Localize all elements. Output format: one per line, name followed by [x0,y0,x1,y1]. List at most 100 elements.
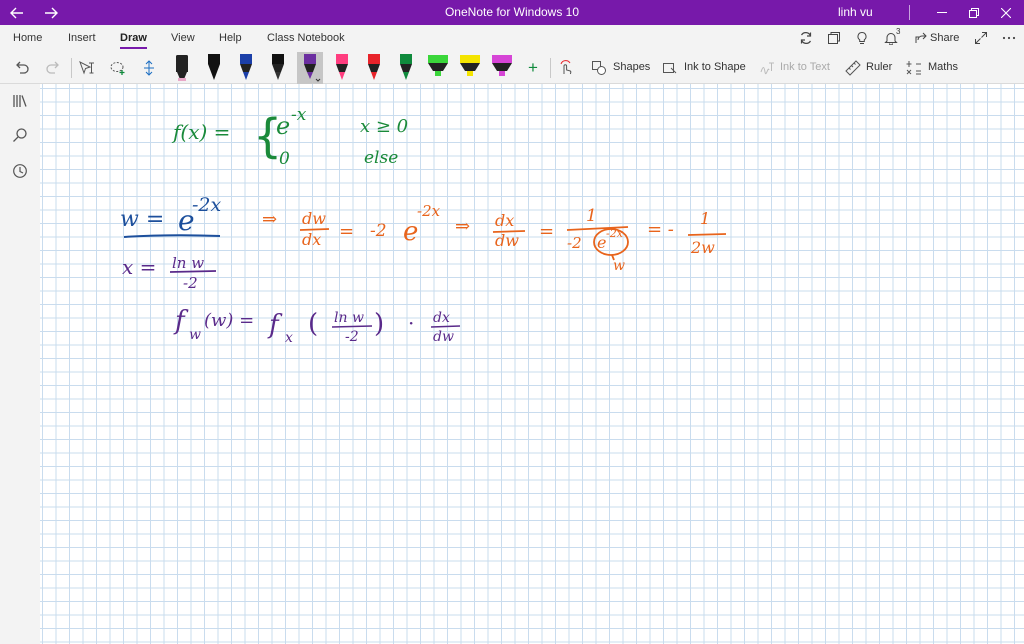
note-canvas[interactable]: f(x) = { e -x x ≥ 0 0 else w = e -2x ⇒ d… [40,84,1024,644]
undo-icon[interactable] [11,58,31,78]
pen-dark-icon[interactable] [265,52,291,84]
ink-condition: x ≥ 0 [360,116,408,137]
ink-exponent3: -2x [417,202,441,220]
ink-to-shape-icon[interactable] [660,58,680,78]
ink-to-shape-button[interactable]: Ink to Shape [684,52,746,84]
search-icon[interactable] [9,124,31,146]
ink-close-paren: ) [374,309,384,339]
ink-layer: f(x) = { e -x x ≥ 0 0 else w = e -2x ⇒ d… [120,105,727,346]
notebooks-icon[interactable] [9,90,31,112]
tab-home[interactable]: Home [13,25,42,52]
ink-dx: dx [302,230,321,249]
ink-two-w: 2w [690,238,715,257]
ink-open-paren: ( [308,309,318,339]
ink-ln-w-2: ln w [334,310,364,326]
lasso-select-icon[interactable] [108,58,128,78]
restore-icon[interactable] [962,0,986,25]
tab-view[interactable]: View [171,25,195,52]
ink-den-w: w [613,258,625,274]
tab-help[interactable]: Help [219,25,242,52]
ink-underline [123,234,221,238]
redo-icon[interactable] [43,58,63,78]
ink-sub-x: x [285,330,293,346]
toolbar-separator [550,58,551,78]
tab-class-notebook[interactable]: Class Notebook [267,25,345,52]
ink-zero: 0 [279,149,290,169]
add-pen-icon[interactable]: + [523,58,543,78]
pen-pink-icon[interactable] [169,52,195,84]
maths-button[interactable]: Maths [928,52,958,84]
ink-f-w: f [173,306,189,336]
ink-f-x: f [267,310,283,340]
ink-e3: e [403,217,418,247]
draw-toolbar: + Shapes Ink to Shape Ink to Text Ruler … [0,52,1024,84]
ink-implies-1: ⇒ [262,209,277,230]
title-separator [909,5,910,20]
ink-dw-3: dw [433,329,454,345]
sync-icon[interactable] [797,29,815,47]
highlighter-magenta-icon[interactable] [489,52,515,84]
type-select-icon[interactable] [77,58,97,78]
highlighter-green-icon[interactable] [425,52,451,84]
ink-fraction-bar-x [169,270,217,273]
ink-fx: f(x) = [171,120,230,144]
ink-eq3: = - [647,219,674,240]
ruler-icon[interactable] [843,58,863,78]
ink-minus2-den: -2 [183,274,198,292]
tab-draw[interactable]: Draw [120,25,147,52]
lightbulb-icon[interactable] [853,29,871,47]
share-icon[interactable] [912,29,930,47]
more-options-icon[interactable] [1000,29,1018,47]
maths-icon[interactable] [904,58,924,78]
tab-insert[interactable]: Insert [68,25,96,52]
pen-rose-icon[interactable] [329,52,355,84]
fullscreen-icon[interactable] [972,29,990,47]
ink-exponent2: -2x [192,194,222,216]
ink-minus2: -2 [370,221,387,241]
ink-eq2: = [539,221,554,242]
recent-notes-clock-icon[interactable] [9,160,31,182]
shapes-icon[interactable] [589,58,609,78]
ink-eq1: = [339,221,354,242]
ink-else: else [364,148,398,168]
close-icon[interactable] [994,0,1018,25]
ink-to-text-icon [757,58,777,78]
ink-den-prefix: -2 [567,234,582,252]
ink-paren-w: (w) = [204,310,254,331]
shapes-button[interactable]: Shapes [613,52,650,84]
pen-black-icon[interactable] [201,52,227,84]
ink-one: 1 [586,206,597,226]
ink-ln-w: ln w [172,254,204,272]
ink-to-text-button: Ink to Text [780,61,830,73]
pages-icon[interactable] [825,29,843,47]
minimize-icon[interactable] [930,0,954,25]
highlighter-yellow-icon[interactable] [457,52,483,84]
ink-one2: 1 [700,209,710,228]
onenote-window: OneNote for Windows 10 linh vu Home Inse… [0,0,1024,644]
pen-green-icon[interactable] [393,52,419,84]
navigation-rail [0,84,40,644]
ink-minus2-den-2: -2 [345,329,359,345]
pen-purple-selected-icon[interactable] [297,52,323,84]
user-name[interactable]: linh vu [838,0,873,25]
ink-exponent: -x [291,105,307,125]
ink-w-equals: w = [120,207,164,232]
ink-implies-2: ⇒ [455,216,470,237]
notification-count: 3 [896,27,901,36]
ink-dw2: dw [495,231,519,250]
ruler-button[interactable]: Ruler [866,52,892,84]
pen-blue-icon[interactable] [233,52,259,84]
touch-draw-icon[interactable] [556,58,576,78]
ink-dx-3: dx [433,310,450,326]
add-space-icon[interactable] [139,58,159,78]
ink-e: e [276,112,290,140]
pen-red-icon[interactable] [361,52,387,84]
title-bar: OneNote for Windows 10 linh vu [0,0,1024,25]
ink-fraction-bars-2 [331,325,461,328]
toolbar-separator [71,58,72,78]
ink-dw: dw [302,209,326,228]
ink-x-equals: x = [122,255,156,279]
share-button[interactable]: Share [930,25,959,52]
ink-dx2: dx [495,211,514,230]
ink-dot: · [408,311,414,335]
